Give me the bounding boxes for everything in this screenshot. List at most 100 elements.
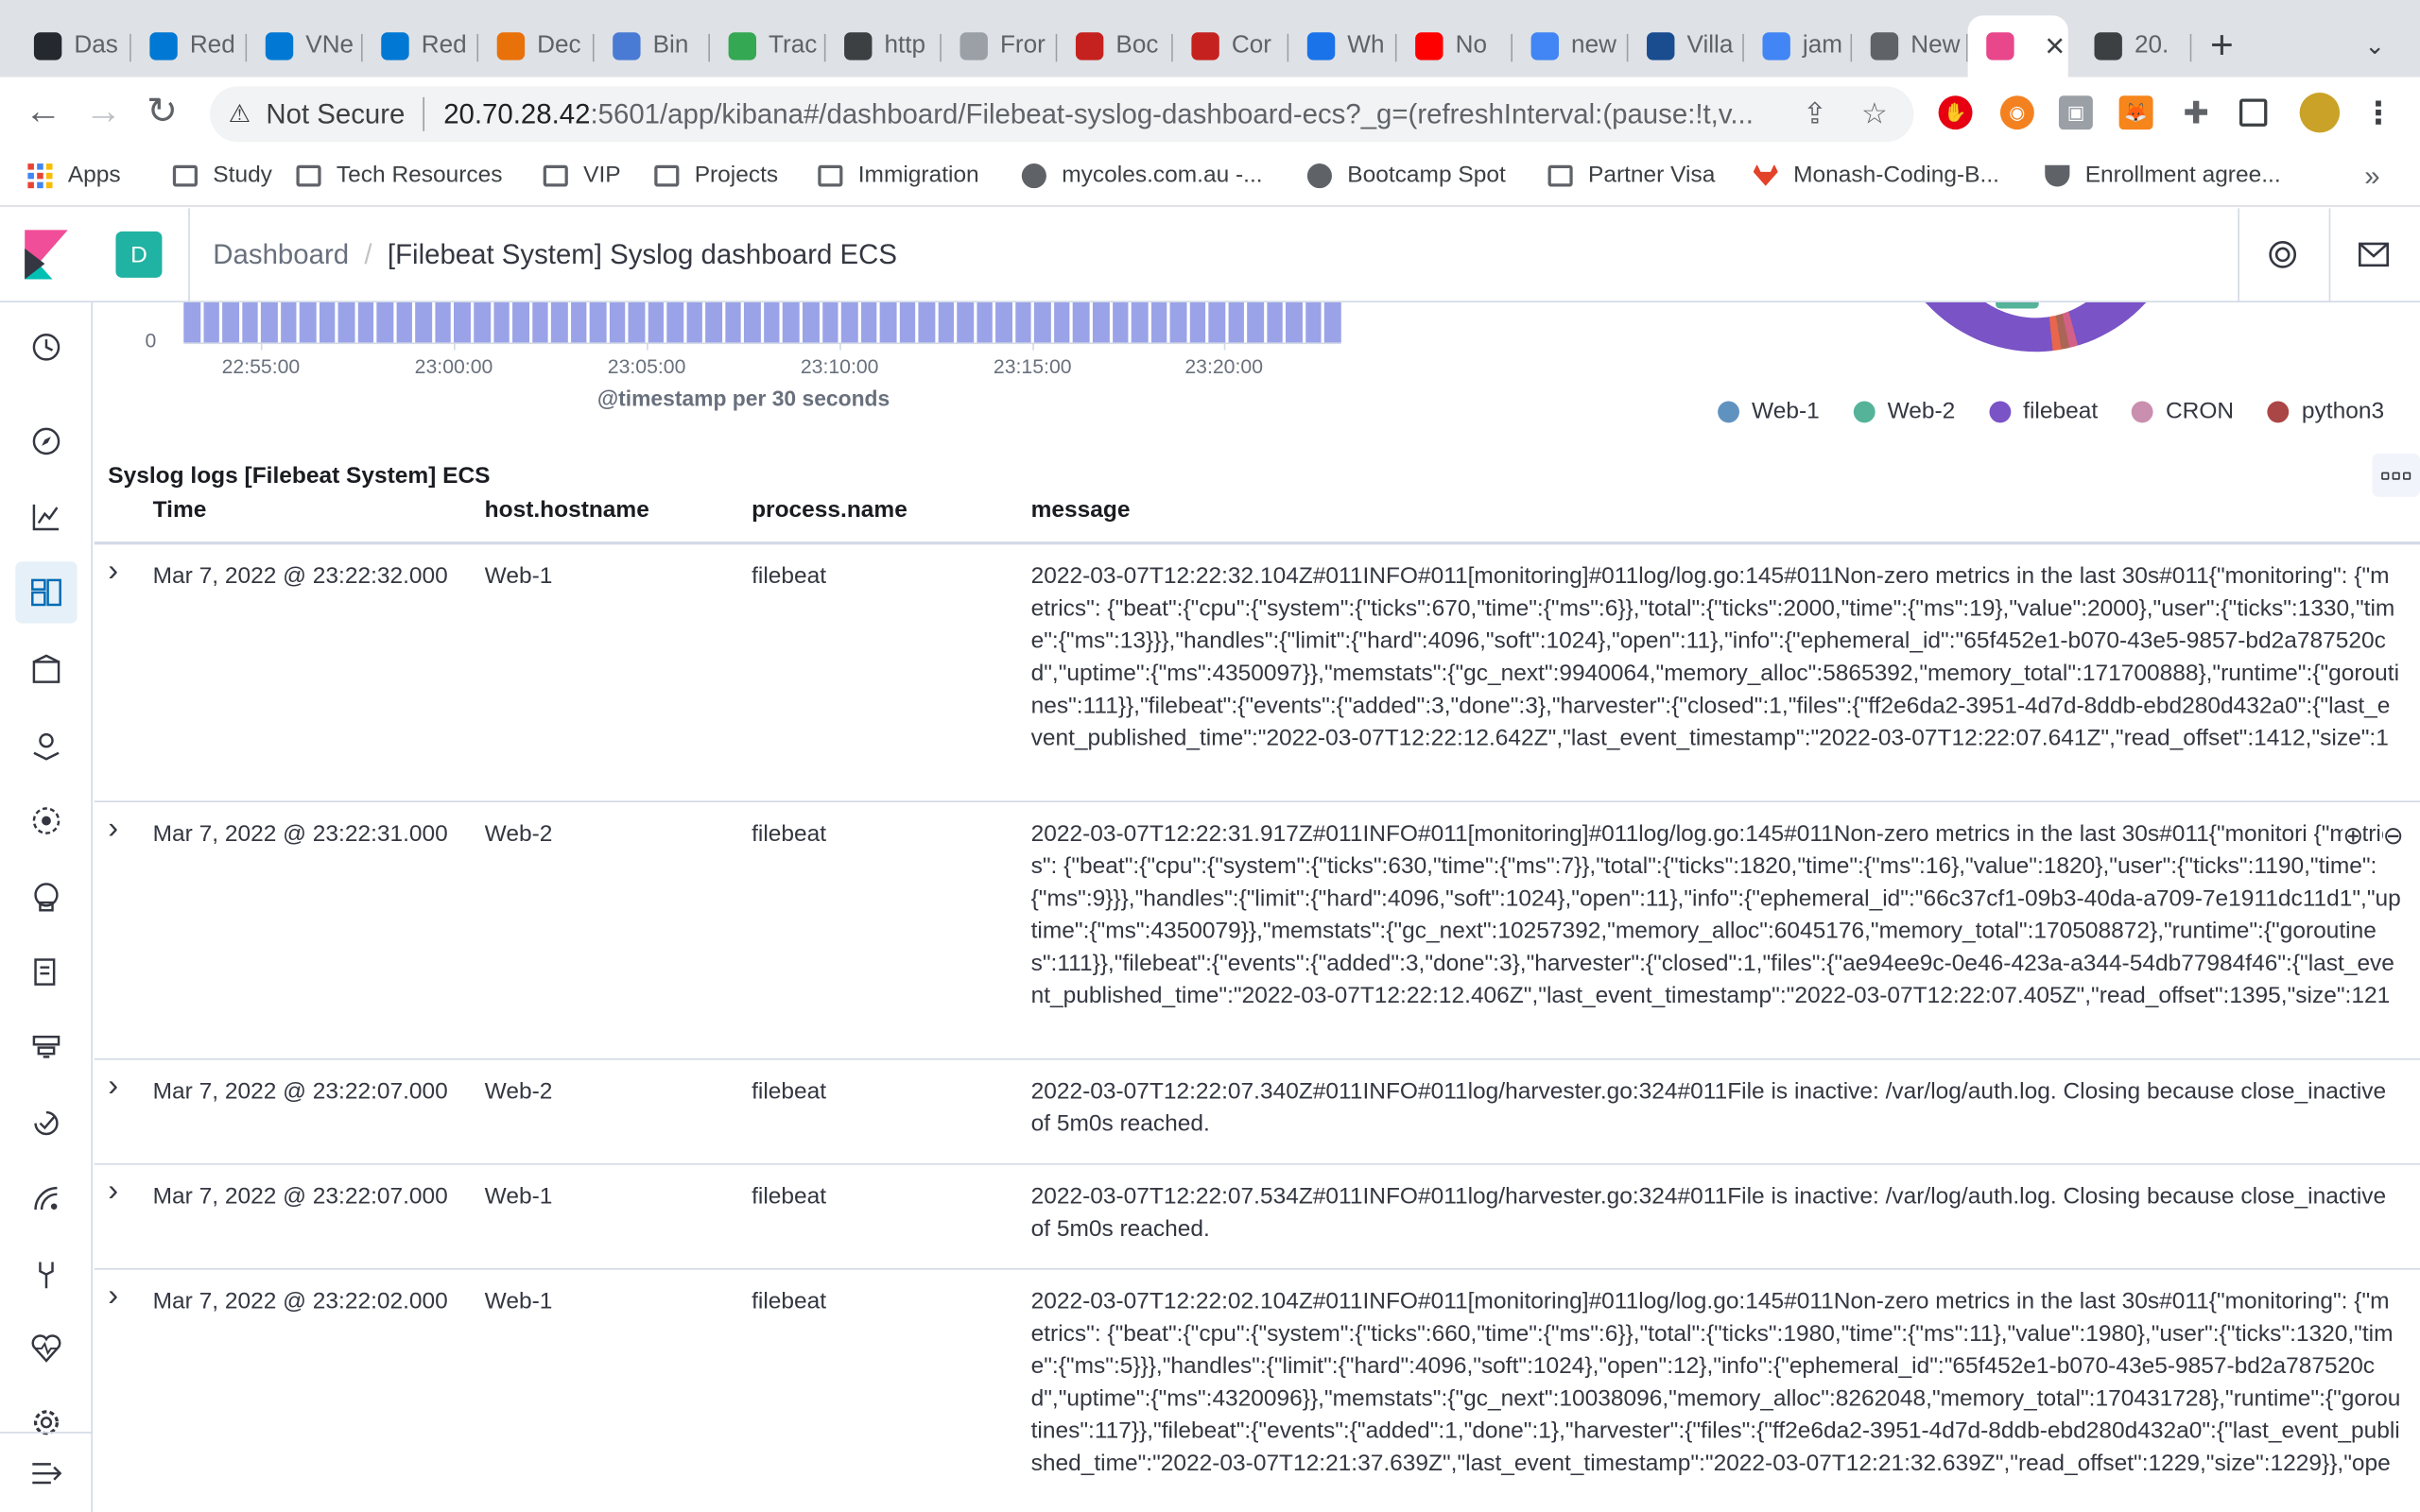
histogram-bar[interactable] <box>860 301 877 343</box>
maps-pin-icon[interactable] <box>27 727 64 764</box>
histogram-bar[interactable] <box>589 301 607 343</box>
table-row[interactable]: › Mar 7, 2022 @ 23:22:07.000 Web-2 filebeat… <box>94 1060 2420 1165</box>
histogram-bar[interactable] <box>918 301 935 343</box>
expand-row-chevron-icon[interactable]: › <box>108 812 118 848</box>
browser-tab[interactable]: No <box>1397 19 1512 75</box>
machine-learning-icon[interactable] <box>27 802 64 839</box>
histogram-bar[interactable] <box>512 301 529 343</box>
histogram-bar[interactable] <box>744 301 761 343</box>
dashboard-icon[interactable] <box>15 561 78 624</box>
browser-tab[interactable]: Boc <box>1057 19 1173 75</box>
bookmark-item[interactable]: VIP <box>543 162 621 188</box>
histogram-bar[interactable] <box>802 301 820 343</box>
bookmark-item[interactable]: Projects <box>654 162 778 188</box>
column-header-time[interactable]: Time <box>153 497 207 524</box>
apm-icon[interactable] <box>27 1029 64 1066</box>
histogram-bar[interactable] <box>454 301 471 343</box>
histogram-bar[interactable] <box>435 301 452 343</box>
expand-row-chevron-icon[interactable]: › <box>108 1279 118 1314</box>
siem-icon[interactable] <box>27 1180 64 1217</box>
extensions-puzzle-icon[interactable]: ✚ <box>2179 95 2213 130</box>
histogram-bar[interactable] <box>1150 301 1167 343</box>
histogram-bar[interactable] <box>300 301 317 343</box>
browser-tab[interactable]: http <box>825 19 942 75</box>
histogram-bar[interactable] <box>1112 301 1129 343</box>
histogram-bar[interactable] <box>1169 301 1186 343</box>
histogram-bar[interactable] <box>840 301 858 343</box>
histogram-bar[interactable] <box>1053 301 1071 343</box>
bookmark-item[interactable]: Enrollment agree... <box>2045 162 2281 188</box>
reload-icon[interactable]: ↻ <box>147 94 178 131</box>
browser-tab[interactable]: Wh <box>1288 19 1397 75</box>
histogram-bar[interactable] <box>1324 301 1341 343</box>
bookmark-item[interactable]: Bootcamp Spot <box>1306 162 1506 188</box>
side-panel-icon[interactable] <box>2238 98 2268 127</box>
histogram-bar[interactable] <box>202 301 219 343</box>
histogram-bar[interactable] <box>957 301 974 343</box>
histogram-bar[interactable] <box>1247 301 1264 343</box>
column-header-hostname[interactable]: host.hostname <box>485 497 649 524</box>
histogram-bar[interactable] <box>1015 301 1032 343</box>
tab-search-chevron-icon[interactable]: ⌄ <box>2364 31 2385 62</box>
profile-avatar[interactable] <box>2299 92 2341 133</box>
histogram-bar[interactable] <box>319 301 336 343</box>
bookmark-item[interactable]: Apps <box>27 162 121 188</box>
histogram-bar[interactable] <box>1073 301 1090 343</box>
histogram-bar[interactable] <box>280 301 297 343</box>
browser-tab[interactable]: Das <box>15 19 131 75</box>
back-arrow-icon[interactable]: ← <box>25 94 61 131</box>
security-label[interactable]: Not Secure <box>266 98 405 130</box>
histogram-bar[interactable] <box>531 301 548 343</box>
kibana-logo-icon[interactable] <box>25 230 68 280</box>
help-lifebuoy-icon[interactable] <box>2266 237 2300 271</box>
browser-tab[interactable]: Red <box>363 19 479 75</box>
address-bar[interactable]: ⚠ Not Secure 20.70.28.42:5601/app/kibana… <box>210 86 1914 143</box>
histogram-bar[interactable] <box>376 301 394 343</box>
uptime-icon[interactable] <box>27 1105 64 1142</box>
browser-tab[interactable]: Villa <box>1628 19 1744 75</box>
legend-item[interactable]: CRON <box>2132 398 2234 424</box>
visualize-chart-icon[interactable] <box>27 498 64 535</box>
table-row[interactable]: › Mar 7, 2022 @ 23:22:02.000 Web-1 filebeat… <box>95 1270 2420 1512</box>
histogram-bar[interactable] <box>899 301 916 343</box>
new-tab-button[interactable]: + <box>2210 25 2234 64</box>
histogram-bar[interactable] <box>1305 301 1322 343</box>
browser-tab[interactable]: Trac <box>710 19 826 75</box>
histogram-bar[interactable] <box>396 301 413 343</box>
histogram-bar[interactable] <box>415 301 432 343</box>
legend-item[interactable]: Web-2 <box>1853 398 1955 424</box>
browser-tab[interactable]: New <box>1852 19 1968 75</box>
expand-row-chevron-icon[interactable]: › <box>108 1069 118 1105</box>
histogram-bar[interactable] <box>725 301 742 343</box>
histogram-bar[interactable] <box>1092 301 1110 343</box>
histogram-bar[interactable] <box>357 301 374 343</box>
histogram-bar[interactable] <box>977 301 994 343</box>
browser-tab[interactable]: VNe <box>247 19 363 75</box>
histogram-bar[interactable] <box>686 301 703 343</box>
forward-arrow-icon[interactable]: → <box>85 94 122 131</box>
column-header-message[interactable]: message <box>1031 497 1131 524</box>
histogram-bar[interactable] <box>666 301 683 343</box>
browser-tab[interactable]: 20. <box>2076 19 2192 75</box>
browser-tab[interactable]: Dec <box>478 19 595 75</box>
expand-row-chevron-icon[interactable]: › <box>108 554 118 590</box>
metamask-fox-icon[interactable]: 🦊 <box>2118 95 2153 130</box>
space-avatar[interactable]: D <box>115 231 163 278</box>
histogram-bar[interactable] <box>783 301 800 343</box>
table-row[interactable]: › Mar 7, 2022 @ 23:22:31.000 Web-2 filebeat… <box>94 802 2420 1060</box>
bookmark-item[interactable]: Immigration <box>818 162 979 188</box>
panel-options-button[interactable] <box>2372 453 2420 497</box>
browser-menu-icon[interactable]: ⋮ <box>2361 95 2395 130</box>
browser-tab[interactable]: Bin <box>595 19 711 75</box>
histogram-bar[interactable] <box>241 301 258 343</box>
browser-tab[interactable]: jam <box>1744 19 1853 75</box>
pie-slice-web-2[interactable] <box>1996 301 2039 309</box>
histogram-bar[interactable] <box>1266 301 1284 343</box>
legend-item[interactable]: Web-1 <box>1718 398 1820 424</box>
discover-compass-icon[interactable] <box>27 422 64 459</box>
histogram-bar[interactable] <box>764 301 781 343</box>
histogram-bar[interactable] <box>1208 301 1225 343</box>
histogram-bar[interactable] <box>938 301 955 343</box>
histogram-bar[interactable] <box>337 301 355 343</box>
share-icon[interactable]: ⇪ <box>1803 97 1827 133</box>
